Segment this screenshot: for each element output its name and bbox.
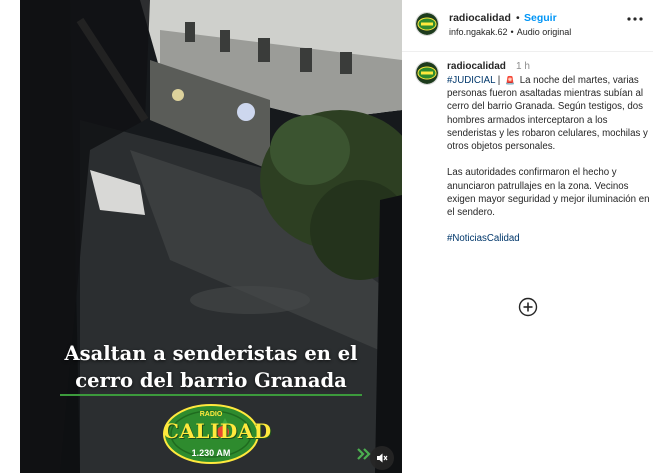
caption-paragraph-1: #JUDICIAL | 🚨 La noche del martes, varia…: [447, 74, 653, 153]
logo-radio-text: RADIO: [199, 411, 223, 418]
caption-timestamp[interactable]: 1 h: [516, 61, 530, 72]
logo-name-text: CALIDAD: [163, 419, 272, 443]
headline-line-2: cerro del barrio Granada: [75, 369, 347, 392]
account-tag[interactable]: info.ngakak.62: [449, 27, 508, 37]
headline-line-1: Asaltan a senderistas en el: [64, 342, 358, 365]
more-options-icon[interactable]: [626, 12, 644, 26]
caption-text-1: La noche del martes, varias personas fue…: [447, 75, 648, 153]
post-info-panel: radiocalidad • Seguir info.ngakak.62 • Aud…: [402, 0, 653, 473]
separator-dot: •: [510, 27, 514, 37]
speaker-muted-icon: [377, 453, 388, 463]
headline-divider: [60, 394, 362, 396]
hashtag-judicial[interactable]: #JUDICIAL: [447, 75, 495, 86]
siren-icon: 🚨: [505, 76, 515, 85]
separator-dot: •: [516, 12, 520, 24]
add-circle-icon[interactable]: [518, 297, 538, 317]
avatar[interactable]: [415, 61, 439, 85]
header-subline: info.ngakak.62 • Audio original: [449, 27, 571, 37]
logo-frequency-text: 1.230 AM: [191, 448, 231, 458]
header-username[interactable]: radiocalidad: [449, 12, 511, 24]
caption-paragraph-2: Las autoridades confirmaron el hecho y a…: [447, 167, 650, 219]
media-panel: Asaltan a senderistas en el cerro del ba…: [0, 0, 402, 473]
radio-calidad-logo: RADIO CALIDAD 1.230 AM: [163, 404, 272, 464]
follow-button[interactable]: Seguir: [524, 12, 557, 24]
video-headline: Asaltan a senderistas en el cerro del ba…: [20, 340, 402, 394]
hashtag-noticias[interactable]: #NoticiasCalidad: [447, 233, 520, 244]
avatar[interactable]: [415, 12, 439, 36]
video-player[interactable]: Asaltan a senderistas en el cerro del ba…: [20, 0, 402, 473]
post-caption: #JUDICIAL | 🚨 La noche del martes, varia…: [447, 74, 653, 259]
night-street-scene: [20, 0, 402, 473]
caption-username[interactable]: radiocalidad: [447, 61, 506, 72]
caption-pipe: |: [497, 75, 501, 86]
post-header: radiocalidad • Seguir info.ngakak.62 • Aud…: [402, 0, 653, 52]
audio-link[interactable]: Audio original: [517, 27, 572, 37]
mute-button[interactable]: [370, 446, 394, 470]
